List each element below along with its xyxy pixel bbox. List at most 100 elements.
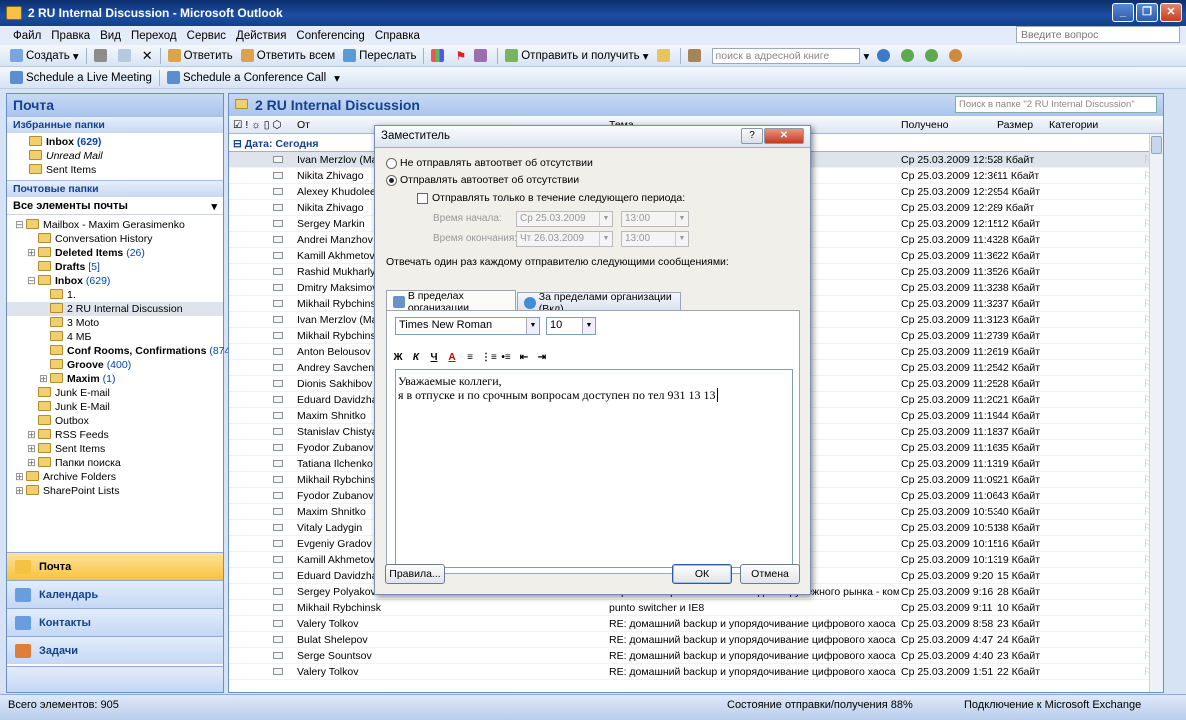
font-color-button[interactable]: A bbox=[445, 352, 459, 363]
folder-tree-item[interactable]: Junk E-mail bbox=[7, 386, 223, 400]
start-time-picker[interactable]: 13:00 ▼ bbox=[621, 211, 689, 227]
font-family-select[interactable]: Times New Roman ▼ bbox=[395, 317, 540, 335]
menu-edit[interactable]: Правка bbox=[46, 30, 95, 42]
contact-button-2[interactable] bbox=[921, 49, 945, 62]
underline-button[interactable]: Ч bbox=[427, 352, 441, 363]
menu-actions[interactable]: Действия bbox=[231, 30, 291, 42]
folder-tree-item[interactable]: 2 RU Internal Discussion bbox=[7, 302, 223, 316]
folder-tree-item[interactable]: Junk E-Mail bbox=[7, 400, 223, 414]
table-row[interactable]: Valery Tolkov RE: домашний backup и упоря… bbox=[229, 616, 1163, 632]
mail-folders-header[interactable]: Почтовые папки bbox=[7, 180, 223, 197]
expand-toggle-icon[interactable]: ⊞ bbox=[27, 442, 38, 456]
radio-send-autoreply[interactable]: Отправлять автоответ об отсутствии bbox=[386, 174, 579, 186]
dialog-help-button[interactable]: ? bbox=[741, 128, 763, 144]
nav-button[interactable]: Календарь bbox=[7, 580, 223, 608]
ok-button[interactable]: ОК bbox=[672, 564, 732, 584]
menu-conferencing[interactable]: Conferencing bbox=[291, 30, 369, 42]
address-search-dropdown[interactable]: ▾ bbox=[860, 49, 874, 63]
dialog-close-button[interactable]: ✕ bbox=[764, 128, 804, 144]
column-size[interactable]: Размер bbox=[997, 119, 1033, 131]
expand-toggle-icon[interactable]: ⊞ bbox=[15, 470, 26, 484]
folder-tree-item[interactable]: ⊞ Папки поиска bbox=[7, 456, 223, 470]
restore-button[interactable]: ❐ bbox=[1136, 3, 1158, 22]
folder-tree-item[interactable]: ⊞ Sent Items bbox=[7, 442, 223, 456]
forward-button[interactable]: Переслать bbox=[339, 49, 420, 62]
table-row[interactable]: Valery Tolkov RE: домашний backup и упоря… bbox=[229, 664, 1163, 680]
exchange-connection[interactable]: Подключение к Microsoft Exchange bbox=[964, 699, 1141, 711]
junk-button[interactable] bbox=[470, 49, 494, 62]
help-button[interactable] bbox=[873, 49, 897, 62]
folder-tree-item[interactable]: ⊞ Maxim (1) bbox=[7, 372, 223, 386]
rules-button[interactable]: Правила... bbox=[385, 564, 445, 584]
end-date-picker[interactable]: Чт 26.03.2009 ▼ bbox=[516, 231, 613, 247]
follow-up-button[interactable]: ⚑ bbox=[451, 49, 470, 63]
nav-button[interactable]: Контакты bbox=[7, 608, 223, 636]
close-window-button[interactable]: ✕ bbox=[1160, 3, 1182, 22]
contact-button-3[interactable] bbox=[945, 49, 969, 62]
find-button[interactable] bbox=[653, 49, 677, 62]
contact-button-1[interactable] bbox=[897, 49, 921, 62]
expand-toggle-icon[interactable]: ⊞ bbox=[39, 372, 50, 386]
table-row[interactable]: Mikhail Rybchinskiy punto switcher и IE8 С… bbox=[229, 600, 1163, 616]
expand-toggle-icon[interactable]: ⊟ bbox=[27, 274, 38, 288]
increase-indent-icon[interactable]: ⇥ bbox=[535, 352, 549, 363]
move-button[interactable] bbox=[114, 49, 138, 62]
schedule-conference-call-button[interactable]: Schedule a Conference Call bbox=[163, 71, 330, 84]
autoreply-message-editor[interactable]: Уважаемые коллеги, я в отпуске и по сроч… bbox=[395, 369, 793, 568]
folder-tree-item[interactable]: ⊞ Archive Folders bbox=[7, 470, 223, 484]
delete-button[interactable]: ✕ bbox=[138, 48, 157, 64]
address-book-search-input[interactable]: поиск в адресной книге bbox=[711, 47, 860, 64]
nav-button[interactable]: Почта bbox=[7, 552, 223, 580]
expand-toggle-icon[interactable]: ⊞ bbox=[15, 484, 26, 498]
folder-tree-item[interactable]: Conf Rooms, Confirmations (874) bbox=[7, 344, 234, 358]
address-book-button[interactable] bbox=[684, 49, 708, 62]
decrease-indent-icon[interactable]: ⇤ bbox=[517, 352, 531, 363]
folder-search-input[interactable]: Поиск в папке "2 RU Internal Discussion" bbox=[955, 96, 1157, 113]
print-button[interactable] bbox=[90, 49, 114, 62]
expand-toggle-icon[interactable]: ⊞ bbox=[27, 456, 38, 470]
menu-view[interactable]: Вид bbox=[95, 30, 126, 42]
align-left-icon[interactable]: ≡ bbox=[463, 352, 477, 363]
column-received[interactable]: Получено bbox=[901, 119, 948, 131]
importance-column[interactable]: ☑ ! ☼ ▯ ⬡ bbox=[233, 119, 282, 131]
table-row[interactable]: Serge Sountsov RE: домашний backup и упор… bbox=[229, 648, 1163, 664]
categorize-button[interactable] bbox=[427, 49, 451, 62]
end-time-picker[interactable]: 13:00 ▼ bbox=[621, 231, 689, 247]
folder-tree-item[interactable]: ⊞ Deleted Items (26) bbox=[7, 246, 223, 260]
expand-toggle-icon[interactable]: ⊞ bbox=[27, 428, 38, 442]
bullet-list-icon[interactable]: •≡ bbox=[499, 352, 513, 363]
favorite-folder[interactable]: Inbox (629) bbox=[7, 135, 223, 149]
tab-inside-organization[interactable]: В пределах организации bbox=[386, 290, 516, 314]
cancel-button[interactable]: Отмена bbox=[740, 564, 800, 584]
bold-button[interactable]: Ж bbox=[391, 352, 405, 363]
menu-file[interactable]: Файл bbox=[8, 30, 46, 42]
folder-tree-item[interactable]: ⊞ RSS Feeds bbox=[7, 428, 223, 442]
menu-help[interactable]: Справка bbox=[370, 30, 425, 42]
menu-go[interactable]: Переход bbox=[126, 30, 182, 42]
favorites-header[interactable]: Избранные папки bbox=[7, 116, 223, 133]
period-checkbox[interactable]: Отправлять только в течение следующего п… bbox=[417, 192, 685, 204]
folder-tree-item[interactable]: 1. bbox=[7, 288, 223, 302]
window-titlebar[interactable]: 2 RU Internal Discussion - Microsoft Out… bbox=[0, 0, 1186, 26]
favorite-folder[interactable]: Unread Mail bbox=[7, 149, 223, 163]
new-button[interactable]: Создать ▾ bbox=[6, 49, 83, 63]
italic-button[interactable]: К bbox=[409, 352, 423, 363]
folder-tree-item[interactable]: ⊟ Mailbox - Maxim Gerasimenko bbox=[7, 218, 223, 232]
toolbar-options[interactable]: ▾ bbox=[330, 71, 344, 85]
folder-tree-item[interactable]: ⊞ SharePoint Lists bbox=[7, 484, 223, 498]
radio-no-autoreply[interactable]: Не отправлять автоответ об отсутствии bbox=[386, 157, 593, 169]
expand-toggle-icon[interactable]: ⊟ bbox=[15, 218, 26, 232]
folder-tree-item[interactable]: 4 МБ bbox=[7, 330, 223, 344]
nav-button[interactable]: Задачи bbox=[7, 636, 223, 664]
reply-button[interactable]: Ответить bbox=[164, 49, 237, 62]
start-date-picker[interactable]: Ср 25.03.2009 ▼ bbox=[516, 211, 613, 227]
list-scrollbar[interactable] bbox=[1149, 134, 1163, 692]
expand-toggle-icon[interactable]: ⊞ bbox=[27, 246, 38, 260]
scrollbar-thumb[interactable] bbox=[1151, 136, 1162, 154]
column-from[interactable]: От bbox=[297, 119, 310, 131]
folder-tree-item[interactable]: Groove (400) bbox=[7, 358, 223, 372]
menu-tools[interactable]: Сервис bbox=[182, 30, 231, 42]
folder-tree-item[interactable]: Drafts [5] bbox=[7, 260, 223, 274]
folder-tree-item[interactable]: 3 Moto bbox=[7, 316, 223, 330]
schedule-live-meeting-button[interactable]: Schedule a Live Meeting bbox=[6, 71, 156, 84]
